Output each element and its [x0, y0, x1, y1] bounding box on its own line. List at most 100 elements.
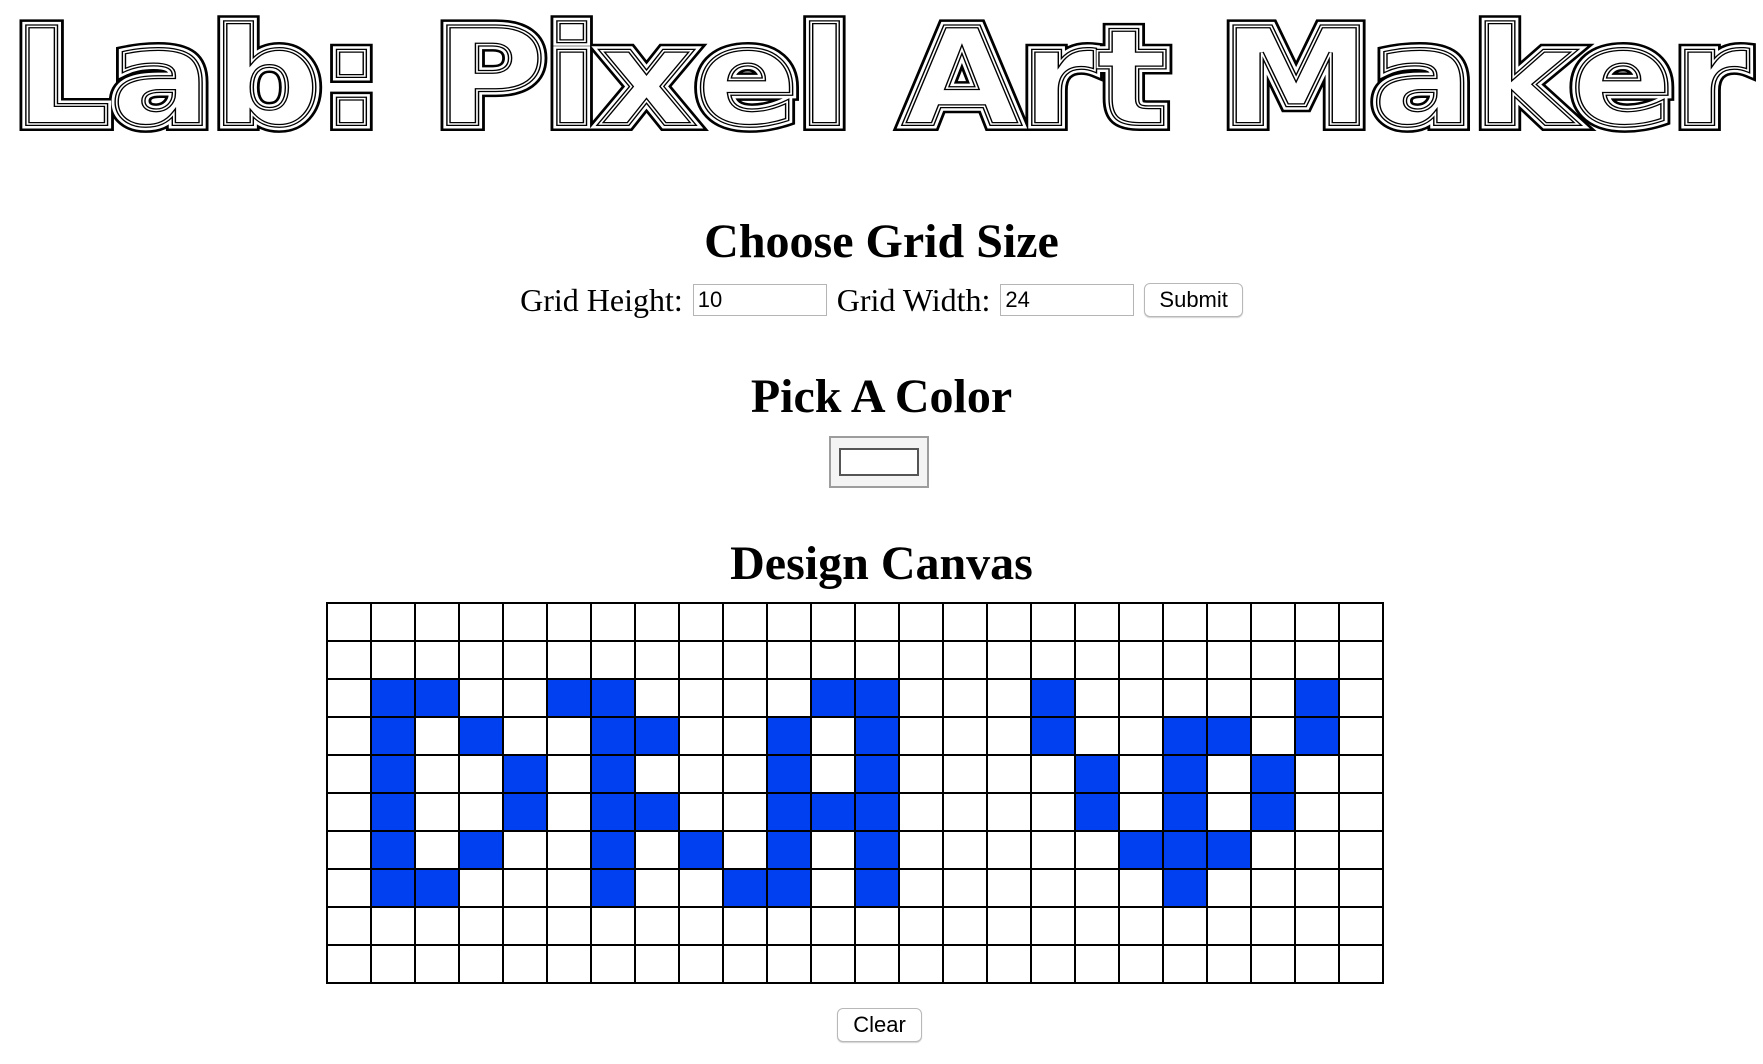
canvas-cell[interactable] — [1118, 906, 1164, 946]
canvas-cell[interactable] — [326, 640, 372, 680]
canvas-cell[interactable] — [1162, 944, 1208, 984]
canvas-cell[interactable] — [898, 944, 944, 984]
canvas-cell[interactable] — [1074, 944, 1120, 984]
canvas-cell[interactable] — [810, 830, 856, 870]
canvas-cell[interactable] — [590, 906, 636, 946]
canvas-cell[interactable] — [1118, 640, 1164, 680]
canvas-cell[interactable] — [458, 944, 504, 984]
canvas-cell[interactable] — [370, 944, 416, 984]
canvas-cell[interactable] — [502, 792, 548, 832]
canvas-cell[interactable] — [1250, 868, 1296, 908]
canvas-cell[interactable] — [986, 716, 1032, 756]
canvas-cell[interactable] — [370, 678, 416, 718]
canvas-cell[interactable] — [678, 678, 724, 718]
canvas-cell[interactable] — [722, 792, 768, 832]
canvas-cell[interactable] — [766, 792, 812, 832]
canvas-cell[interactable] — [1250, 944, 1296, 984]
canvas-cell[interactable] — [1338, 754, 1384, 794]
canvas-cell[interactable] — [1030, 754, 1076, 794]
canvas-cell[interactable] — [1294, 906, 1340, 946]
canvas-cell[interactable] — [898, 754, 944, 794]
canvas-cell[interactable] — [1250, 640, 1296, 680]
canvas-cell[interactable] — [722, 602, 768, 642]
canvas-cell[interactable] — [370, 792, 416, 832]
canvas-cell[interactable] — [1206, 602, 1252, 642]
canvas-cell[interactable] — [722, 830, 768, 870]
canvas-cell[interactable] — [1338, 830, 1384, 870]
canvas-cell[interactable] — [634, 868, 680, 908]
canvas-cell[interactable] — [986, 754, 1032, 794]
canvas-cell[interactable] — [1074, 754, 1120, 794]
canvas-cell[interactable] — [414, 944, 460, 984]
canvas-cell[interactable] — [678, 944, 724, 984]
canvas-cell[interactable] — [546, 754, 592, 794]
canvas-cell[interactable] — [1074, 906, 1120, 946]
canvas-cell[interactable] — [1338, 602, 1384, 642]
canvas-cell[interactable] — [634, 906, 680, 946]
canvas-cell[interactable] — [1294, 716, 1340, 756]
canvas-cell[interactable] — [854, 906, 900, 946]
canvas-cell[interactable] — [502, 640, 548, 680]
canvas-cell[interactable] — [722, 678, 768, 718]
canvas-cell[interactable] — [898, 868, 944, 908]
canvas-cell[interactable] — [502, 602, 548, 642]
canvas-cell[interactable] — [810, 906, 856, 946]
canvas-cell[interactable] — [1206, 678, 1252, 718]
canvas-cell[interactable] — [1338, 640, 1384, 680]
canvas-cell[interactable] — [414, 754, 460, 794]
canvas-cell[interactable] — [1162, 792, 1208, 832]
canvas-cell[interactable] — [1030, 906, 1076, 946]
canvas-cell[interactable] — [1030, 830, 1076, 870]
canvas-cell[interactable] — [942, 754, 988, 794]
canvas-cell[interactable] — [546, 602, 592, 642]
canvas-cell[interactable] — [1250, 716, 1296, 756]
canvas-cell[interactable] — [326, 868, 372, 908]
canvas-cell[interactable] — [546, 830, 592, 870]
canvas-cell[interactable] — [1118, 830, 1164, 870]
canvas-cell[interactable] — [414, 716, 460, 756]
canvas-cell[interactable] — [854, 678, 900, 718]
canvas-cell[interactable] — [1162, 602, 1208, 642]
canvas-cell[interactable] — [986, 830, 1032, 870]
canvas-cell[interactable] — [326, 830, 372, 870]
canvas-cell[interactable] — [1030, 792, 1076, 832]
canvas-cell[interactable] — [854, 868, 900, 908]
canvas-cell[interactable] — [1118, 868, 1164, 908]
canvas-cell[interactable] — [1118, 754, 1164, 794]
canvas-cell[interactable] — [326, 944, 372, 984]
canvas-cell[interactable] — [370, 640, 416, 680]
canvas-cell[interactable] — [766, 906, 812, 946]
canvas-cell[interactable] — [326, 906, 372, 946]
canvas-cell[interactable] — [458, 754, 504, 794]
canvas-cell[interactable] — [1030, 868, 1076, 908]
canvas-cell[interactable] — [414, 868, 460, 908]
canvas-cell[interactable] — [546, 944, 592, 984]
canvas-cell[interactable] — [590, 678, 636, 718]
canvas-cell[interactable] — [370, 868, 416, 908]
canvas-cell[interactable] — [1118, 602, 1164, 642]
canvas-cell[interactable] — [942, 678, 988, 718]
canvas-cell[interactable] — [1294, 868, 1340, 908]
canvas-cell[interactable] — [458, 792, 504, 832]
canvas-cell[interactable] — [590, 640, 636, 680]
canvas-cell[interactable] — [502, 944, 548, 984]
canvas-cell[interactable] — [1206, 868, 1252, 908]
canvas-cell[interactable] — [898, 906, 944, 946]
canvas-cell[interactable] — [1162, 754, 1208, 794]
color-picker-input[interactable] — [829, 436, 929, 488]
canvas-cell[interactable] — [942, 830, 988, 870]
canvas-cell[interactable] — [370, 906, 416, 946]
canvas-cell[interactable] — [1118, 716, 1164, 756]
canvas-cell[interactable] — [546, 868, 592, 908]
canvas-cell[interactable] — [634, 792, 680, 832]
canvas-cell[interactable] — [634, 754, 680, 794]
canvas-cell[interactable] — [854, 944, 900, 984]
canvas-cell[interactable] — [634, 716, 680, 756]
canvas-cell[interactable] — [898, 640, 944, 680]
canvas-cell[interactable] — [634, 640, 680, 680]
canvas-cell[interactable] — [1074, 640, 1120, 680]
canvas-cell[interactable] — [546, 792, 592, 832]
canvas-cell[interactable] — [1294, 602, 1340, 642]
canvas-cell[interactable] — [942, 906, 988, 946]
canvas-cell[interactable] — [1250, 906, 1296, 946]
